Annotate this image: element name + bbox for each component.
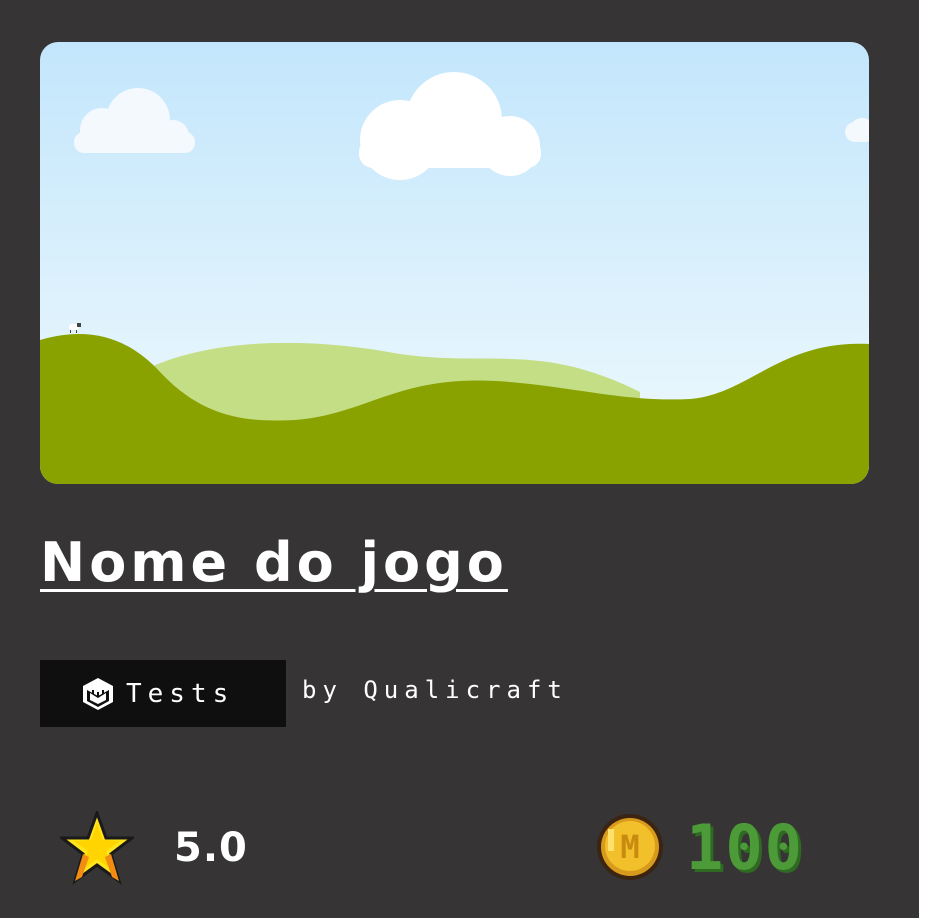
game-card[interactable]: Nome do jogo Tests by Qualicraft 5.0 M 1…	[0, 0, 919, 918]
coin-letter: M	[620, 828, 639, 866]
category-tag[interactable]: Tests	[40, 660, 286, 727]
cube-icon	[82, 677, 114, 711]
price-value: 100	[686, 810, 804, 884]
game-title[interactable]: Nome do jogo	[40, 528, 508, 598]
star-icon	[57, 808, 137, 885]
price: M 100	[594, 808, 804, 886]
category-label: Tests	[126, 678, 235, 709]
game-thumbnail[interactable]	[40, 42, 869, 484]
rating-value: 5.0	[174, 824, 248, 871]
coin-icon: M	[594, 811, 666, 883]
rating: 5.0	[57, 808, 248, 885]
author-text: by Qualicraft	[302, 676, 568, 704]
landscape-image	[40, 42, 869, 484]
